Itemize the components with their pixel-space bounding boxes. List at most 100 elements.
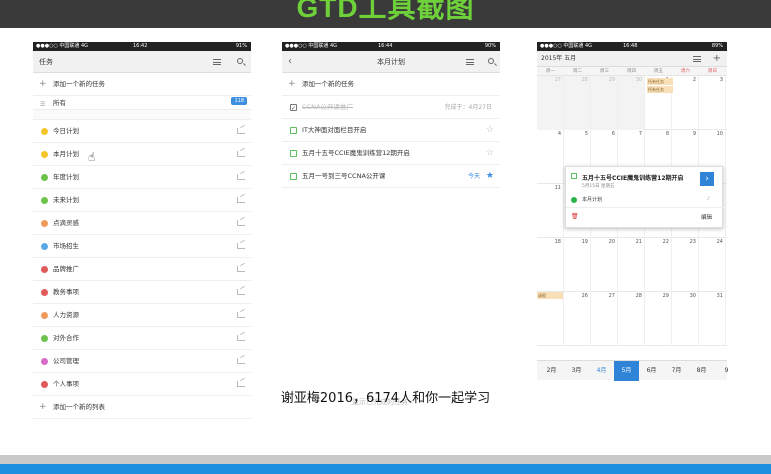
share-icon[interactable] xyxy=(237,174,245,180)
month-tab[interactable]: 6月 xyxy=(639,361,664,381)
task-row[interactable]: 五月十五号CCIE魔鬼训练营12期开启 ☆ xyxy=(282,142,500,165)
month-tab[interactable]: 7月 xyxy=(664,361,689,381)
share-icon[interactable] xyxy=(237,358,245,364)
calendar-day[interactable]: 27 xyxy=(537,76,564,130)
share-icon[interactable] xyxy=(237,335,245,341)
calendar-day[interactable]: 29 xyxy=(591,76,618,130)
page-title: 2015年 五月 xyxy=(541,55,577,62)
weekday-header: 周一 周二 周三 周四 周五 周六 周日 xyxy=(537,67,727,76)
calendar-day[interactable]: 28 xyxy=(564,76,591,130)
status-carrier: ●●●○○ 中国联通 4G xyxy=(285,43,338,49)
star-icon[interactable]: ☆ xyxy=(486,142,494,165)
calendar-day[interactable]: 28 xyxy=(618,292,645,346)
calendar-day[interactable]: 19 xyxy=(564,238,591,292)
list-item-label: 人力资源 xyxy=(53,311,79,319)
month-tab[interactable]: 9 xyxy=(714,361,739,381)
add-icon[interactable]: + xyxy=(713,51,721,67)
month-tab[interactable]: 8月 xyxy=(689,361,714,381)
status-bar: ●●●○○ 中国联通 4G 16:42 91% xyxy=(33,42,251,51)
task-checkbox[interactable] xyxy=(290,150,297,157)
star-icon[interactable]: ★ xyxy=(486,165,494,188)
list-item-label: 点滴灵感 xyxy=(53,219,79,227)
calendar-day[interactable]: 2 xyxy=(672,76,699,130)
list-item[interactable]: 对外合作 xyxy=(33,327,251,350)
calendar-day[interactable]: 24 xyxy=(699,238,726,292)
share-icon[interactable] xyxy=(237,197,245,203)
calendar-day[interactable]: 27 xyxy=(591,292,618,346)
weekday-label: 周二 xyxy=(573,69,582,74)
star-icon[interactable]: ☆ xyxy=(486,119,494,142)
list-item[interactable]: 市场招生 xyxy=(33,235,251,258)
count-badge: 118 xyxy=(231,97,247,105)
task-checkbox[interactable] xyxy=(290,173,297,180)
share-icon[interactable] xyxy=(237,220,245,226)
calendar-day[interactable]: 31 xyxy=(699,292,726,346)
calendar-day[interactable]: 21 xyxy=(618,238,645,292)
calendar-week: 27282930123 xyxy=(537,76,727,130)
share-icon[interactable] xyxy=(237,289,245,295)
list-item[interactable]: 点滴灵感 xyxy=(33,212,251,235)
month-tab[interactable]: 4月 xyxy=(589,361,614,381)
menu-icon[interactable] xyxy=(466,59,474,65)
plus-icon: + xyxy=(39,79,47,89)
calendar-day[interactable]: 3 xyxy=(699,76,726,130)
list-item[interactable]: 品牌推广 xyxy=(33,258,251,281)
calendar-day[interactable]: 22 xyxy=(645,238,672,292)
calendar-day[interactable]: 29 xyxy=(645,292,672,346)
list-item[interactable]: 人力资源 xyxy=(33,304,251,327)
menu-icon[interactable] xyxy=(693,56,701,62)
list-item[interactable]: 今日计划 xyxy=(33,120,251,143)
calendar-event[interactable]: 请假 xyxy=(537,292,563,299)
month-tab[interactable]: 3月 xyxy=(564,361,589,381)
search-icon[interactable] xyxy=(488,58,494,64)
bottom-bar xyxy=(0,455,771,474)
chevron-right-icon[interactable]: › xyxy=(700,172,714,186)
calendar-day[interactable]: 30 xyxy=(618,76,645,130)
list-item[interactable]: 年度计划 xyxy=(33,166,251,189)
task-checkbox[interactable] xyxy=(290,127,297,134)
share-icon[interactable] xyxy=(237,151,245,157)
calendar-day[interactable]: 20 xyxy=(591,238,618,292)
calendar-event[interactable]: 所有任务 xyxy=(647,86,673,93)
search-icon[interactable] xyxy=(237,58,243,64)
task-row[interactable]: 五月一号到三号CCNA公开课 今天 ★ xyxy=(282,165,500,188)
calendar-event[interactable]: 所有任务 xyxy=(647,78,673,85)
list-item[interactable]: 本月计划 xyxy=(33,143,251,166)
calendar-day[interactable]: 30 xyxy=(672,292,699,346)
status-battery: 90% xyxy=(484,43,496,49)
add-task-button[interactable]: + 添加一个新的任务 xyxy=(282,73,500,96)
status-time: 16:44 xyxy=(378,43,393,49)
share-icon[interactable] xyxy=(237,266,245,272)
menu-icon[interactable] xyxy=(213,59,221,65)
list-item[interactable]: 公司管理 xyxy=(33,350,251,373)
list-item-label: 教务事项 xyxy=(53,288,79,296)
task-checkbox[interactable] xyxy=(571,173,577,179)
calendar-day[interactable]: 25 xyxy=(537,292,564,346)
month-tab[interactable]: 5月 xyxy=(614,361,639,381)
list-color-dot xyxy=(41,128,48,135)
list-item-label: 公司管理 xyxy=(53,357,79,365)
list-item-label: 对外合作 xyxy=(53,334,79,342)
share-icon[interactable] xyxy=(237,312,245,318)
task-row[interactable]: IT大神面对面栏目开启 ☆ xyxy=(282,119,500,142)
task-row[interactable]: CCNA公开课推广 完成于：4月27日 xyxy=(282,96,500,120)
calendar-day[interactable]: 4 xyxy=(537,130,564,184)
list-item[interactable]: 未来计划 xyxy=(33,189,251,212)
calendar-day[interactable]: 11 xyxy=(537,184,564,238)
share-icon[interactable] xyxy=(237,128,245,134)
trash-icon[interactable]: 🗑 xyxy=(571,213,579,220)
calendar-day[interactable]: 23 xyxy=(672,238,699,292)
month-tab[interactable]: 2月 xyxy=(539,361,564,381)
calendar-day[interactable]: 18 xyxy=(537,238,564,292)
phone-calendar: ●●●○○ 中国联通 4G 16:48 89% 2015年 五月 + 周一 周二周… xyxy=(537,42,728,432)
weekday-label: 周六 xyxy=(681,69,690,74)
list-item-all[interactable]: ☰ 所有 118 xyxy=(33,96,251,110)
list-item-label: 本月计划 xyxy=(53,150,79,158)
edit-button[interactable]: 编辑 xyxy=(701,213,712,221)
list-item[interactable]: 教务事项 xyxy=(33,281,251,304)
bell-icon[interactable]: ♪ xyxy=(707,196,710,202)
share-icon[interactable] xyxy=(237,243,245,249)
task-checkbox[interactable] xyxy=(290,97,297,120)
add-task-button[interactable]: + 添加一个新的任务 xyxy=(33,73,251,96)
calendar-day[interactable]: 26 xyxy=(564,292,591,346)
